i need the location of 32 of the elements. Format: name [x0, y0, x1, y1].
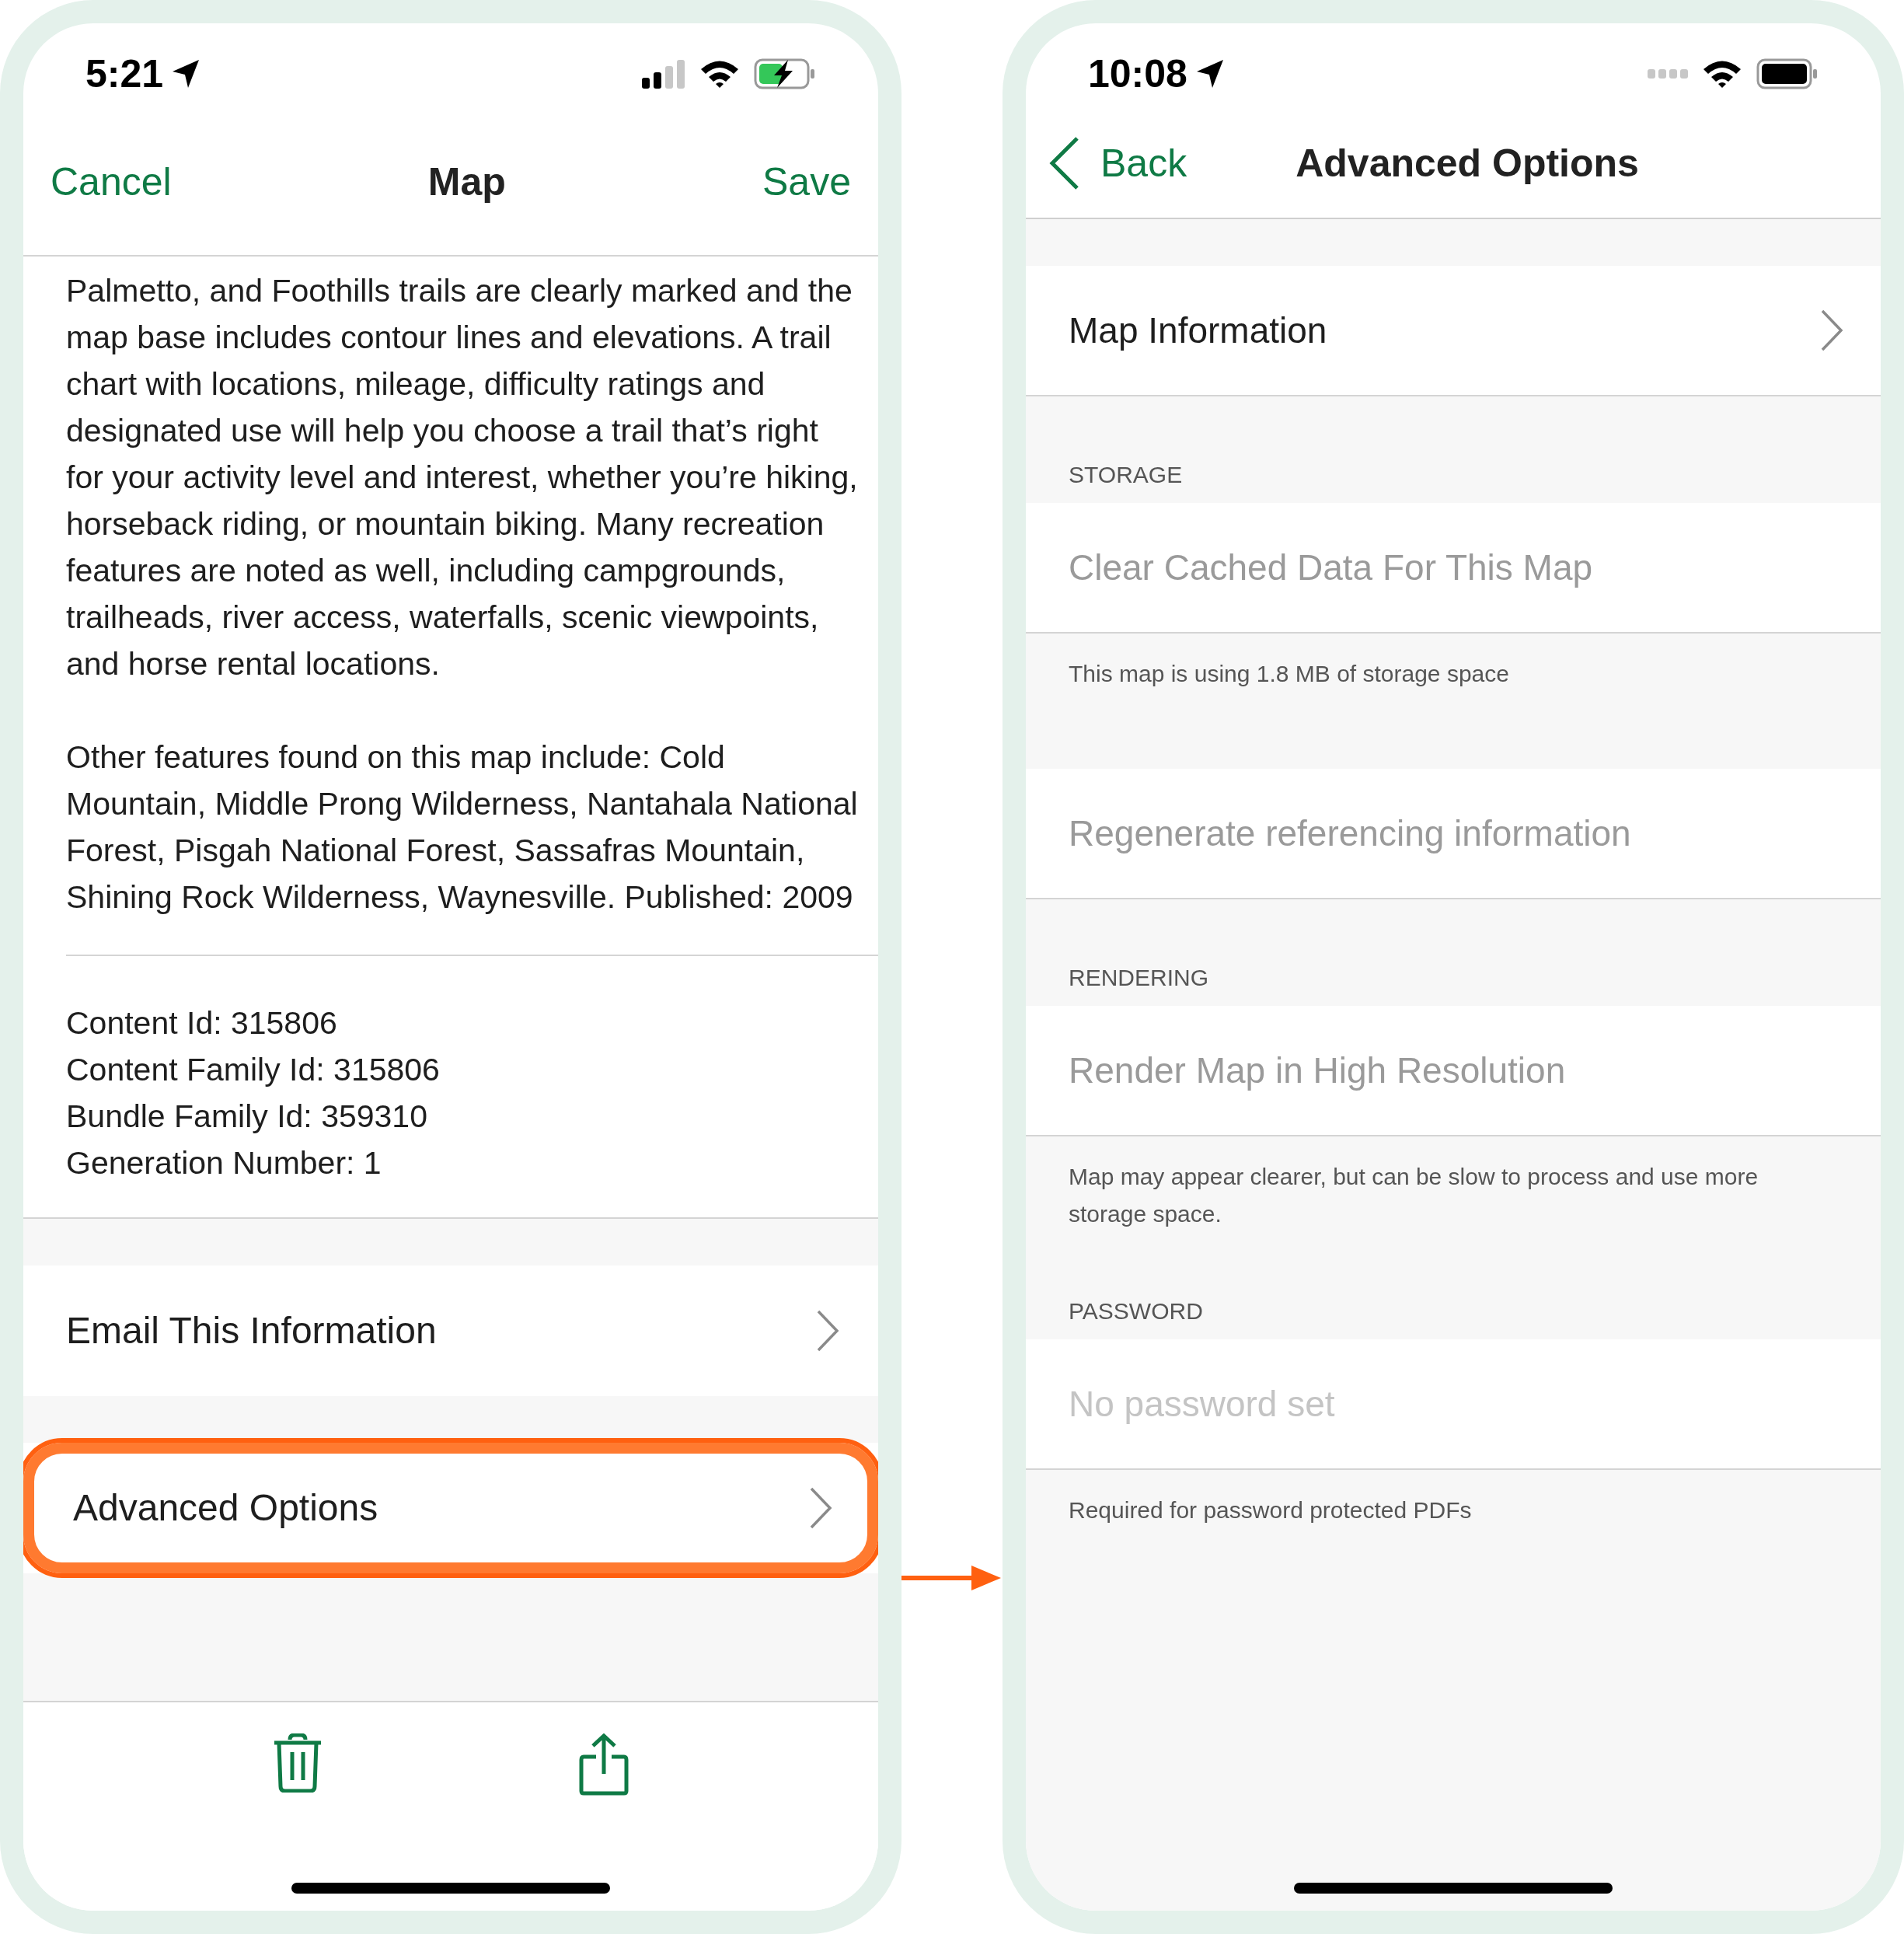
section-footer: This map is using 1.8 MB of storage space: [1026, 634, 1881, 693]
status-time: 5:21: [85, 51, 164, 97]
chevron-right-icon: [816, 1309, 839, 1353]
menu-row[interactable]: Email This Information: [23, 1265, 878, 1396]
status-time: 10:08: [1088, 51, 1187, 97]
signal-icon: [642, 59, 685, 89]
save-button[interactable]: Save: [762, 152, 851, 211]
location-arrow-icon: [171, 58, 201, 89]
id-line: Generation Number: 1: [66, 1144, 382, 1182]
back-button[interactable]: Back: [1049, 134, 1187, 193]
trash-icon[interactable]: [273, 1733, 323, 1793]
signal-icon: [1648, 69, 1688, 79]
section-footer: Required for password protected PDFs: [1026, 1470, 1881, 1529]
cancel-button[interactable]: Cancel: [51, 152, 172, 211]
wifi-icon: [1702, 59, 1742, 89]
id-line: Content Id: 315806: [66, 1004, 338, 1042]
description-paragraph: Other features found on this map include: Cold Mountain, Middle Prong Wilderness, Nantahala National Forest, Pisgah National Forest, Sassafras Mountain, Shining Rock Wilderness, Waynesville. Published: 2009: [66, 738, 859, 916]
chevron-left-icon: [1049, 136, 1080, 190]
chevron-right-icon: [1820, 309, 1843, 352]
wifi-icon: [699, 59, 740, 89]
section-header: STORAGE: [1068, 461, 1184, 489]
settings-row[interactable]: Map Information: [1026, 266, 1881, 396]
share-icon[interactable]: [579, 1733, 629, 1796]
id-line: Content Family Id: 315806: [66, 1051, 441, 1089]
section-header: PASSWORD: [1068, 1297, 1204, 1325]
section-header: RENDERING: [1068, 964, 1209, 992]
screen-title: Map: [427, 159, 506, 205]
screen-title: Advanced Options: [1295, 140, 1639, 187]
chevron-right-icon: [809, 1486, 832, 1530]
description-paragraph: Palmetto, and Foothills trails are clearly marked and the map base includes contour lines and elevations. A trail chart with locations, mileage, difficulty ratings and designated use will help you choose a trail that’s right for your activity level and interest, whether you’re hiking, horseback riding, or mountain biking. Many recreation features are noted as well, including campgrounds, trailheads, river access, waterfalls, scenic viewpoints, and horse rental locations.: [66, 272, 859, 683]
id-line: Bundle Family Id: 359310: [66, 1098, 428, 1136]
section-footer: Map may appear clearer, but can be slow to process and use more storage space.: [1026, 1136, 1881, 1233]
